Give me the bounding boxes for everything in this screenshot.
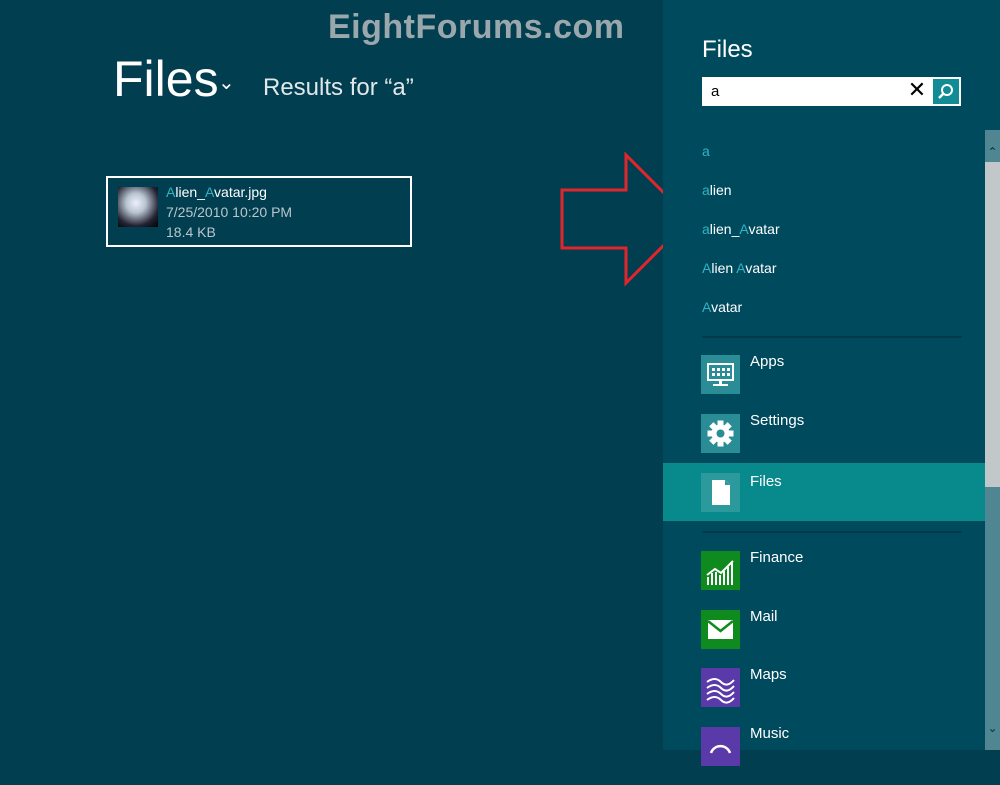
file-thumbnail — [118, 187, 158, 227]
search-box: ✕ — [702, 77, 961, 106]
app-label: Music — [750, 725, 790, 742]
app-label: Mail — [750, 608, 778, 625]
suggestion-text: lien_ — [709, 221, 740, 237]
suggestion-text: a — [702, 221, 710, 237]
file-size: 18.4 KB — [166, 224, 216, 240]
page-title[interactable]: Files — [113, 50, 219, 108]
app-maps[interactable]: Maps — [663, 666, 985, 726]
clear-icon[interactable]: ✕ — [906, 80, 928, 102]
suggestion-item[interactable]: Avatar — [702, 299, 742, 315]
gear-icon — [701, 414, 740, 453]
search-input[interactable] — [702, 77, 902, 106]
suggestion-text: A — [702, 299, 712, 315]
suggestion-item[interactable]: Alien Avatar — [702, 260, 776, 276]
scrollbar[interactable]: ⌃ ⌄ — [985, 130, 1000, 750]
file-name: Alien_Avatar.jpg — [166, 184, 267, 200]
scroll-up-icon[interactable]: ⌃ — [985, 140, 1000, 164]
scrollbar-thumb[interactable] — [985, 162, 1000, 487]
search-icon — [938, 84, 953, 99]
target-label: Apps — [750, 353, 785, 370]
suggestion-text: vatar — [748, 221, 780, 237]
apps-icon — [701, 355, 740, 394]
suggestion-text: vatar — [745, 260, 777, 276]
app-mail[interactable]: Mail — [663, 608, 985, 668]
suggestion-text: vatar — [711, 299, 743, 315]
headphones-icon — [701, 727, 740, 766]
suggestion-text: a — [702, 182, 710, 198]
mail-icon — [701, 610, 740, 649]
target-apps[interactable]: Apps — [663, 353, 985, 413]
chevron-down-icon[interactable]: ⌄ — [218, 70, 235, 94]
scroll-down-icon[interactable]: ⌄ — [985, 716, 1000, 740]
suggestion-item[interactable]: alien — [702, 182, 732, 198]
app-music[interactable]: Music — [663, 725, 985, 785]
app-label: Finance — [750, 549, 804, 566]
app-label: Maps — [750, 666, 787, 683]
target-label: Settings — [750, 412, 805, 429]
file-icon — [701, 473, 740, 512]
suggestion-text: a — [702, 143, 710, 159]
results-label: Results for “a” — [263, 74, 414, 101]
suggestion-item[interactable]: a — [702, 143, 710, 159]
file-date: 7/25/2010 10:20 PM — [166, 204, 293, 220]
maps-icon — [701, 668, 740, 707]
divider — [702, 531, 962, 533]
suggestion-text: lien — [709, 182, 732, 198]
suggestion-item[interactable]: alien_Avatar — [702, 221, 780, 237]
watermark: EightForums.com — [328, 8, 625, 46]
search-button[interactable] — [933, 79, 959, 104]
text: vatar.jpg — [214, 184, 267, 200]
target-label: Files — [750, 473, 782, 490]
divider — [702, 336, 962, 338]
suggestion-text: A — [736, 260, 746, 276]
match: A — [204, 184, 215, 200]
finance-icon — [701, 551, 740, 590]
search-pane: Files ✕ aalienalien_AvatarAlien AvatarAv… — [663, 0, 1000, 766]
match: A — [166, 184, 176, 200]
file-result-item[interactable]: Alien_Avatar.jpg 7/25/2010 10:20 PM 18.4… — [106, 176, 412, 247]
app-finance[interactable]: Finance — [663, 549, 985, 609]
pane-title: Files — [702, 36, 753, 63]
suggestion-text: lien — [711, 260, 737, 276]
suggestion-text: A — [702, 260, 712, 276]
target-files[interactable]: Files — [663, 463, 985, 521]
text: lien_ — [175, 184, 205, 200]
